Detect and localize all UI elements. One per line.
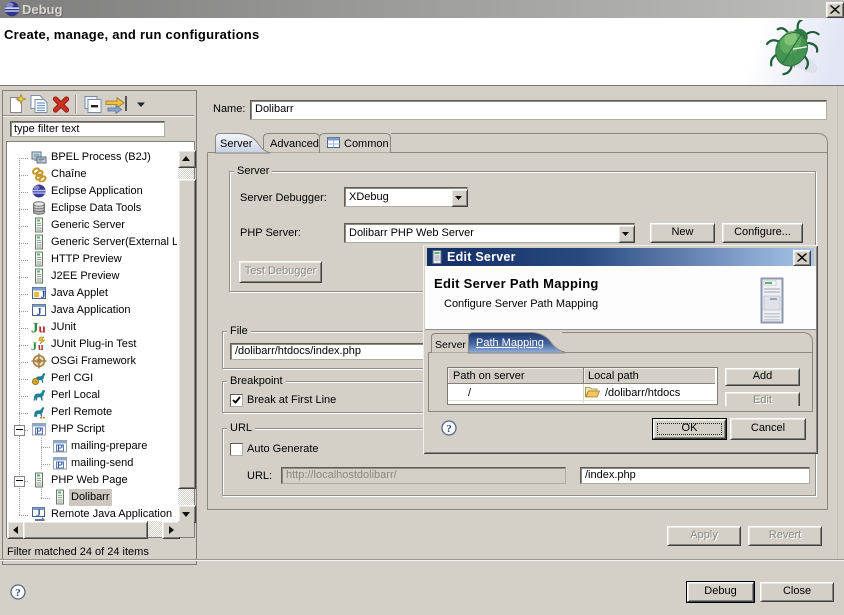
- svg-text:?: ?: [446, 423, 452, 435]
- svg-text:J: J: [31, 339, 37, 352]
- svg-text:P: P: [57, 443, 63, 452]
- svg-text:J: J: [36, 508, 41, 518]
- svg-text:P: P: [36, 426, 42, 435]
- svg-text:?: ?: [15, 587, 21, 599]
- svg-text:J: J: [37, 307, 42, 318]
- svg-text:J: J: [41, 290, 46, 301]
- svg-text:u: u: [39, 321, 46, 336]
- svg-text:P: P: [57, 460, 63, 469]
